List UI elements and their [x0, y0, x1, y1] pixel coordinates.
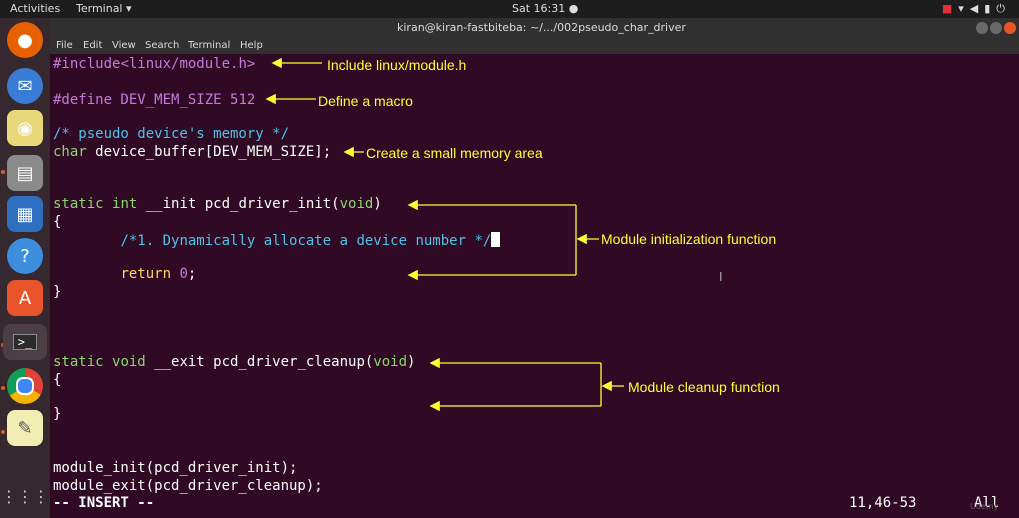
writer-icon[interactable]: ▦: [7, 196, 43, 232]
volume-icon: ◀: [969, 2, 985, 15]
software-center-icon[interactable]: A: [7, 280, 43, 316]
annotation-init: Module initialization function: [601, 231, 777, 247]
battery-icon: ▮: [984, 2, 997, 15]
thunderbird-icon[interactable]: ✉: [7, 68, 43, 104]
menu-file[interactable]: File: [56, 40, 73, 51]
terminal-icon[interactable]: >_: [3, 324, 47, 360]
wifi-icon: ▾: [958, 2, 970, 15]
annotation-buffer: Create a small memory area: [366, 145, 543, 161]
system-tray[interactable]: ■▾◀▮⏻: [942, 2, 1011, 16]
maximize-button[interactable]: [990, 22, 1002, 34]
firefox-icon[interactable]: ●: [7, 22, 43, 58]
running-indicator: [1, 430, 5, 434]
menu-edit[interactable]: Edit: [83, 40, 102, 51]
show-applications-icon[interactable]: ⋮⋮⋮: [1, 478, 49, 514]
annotation-define: Define a macro: [318, 93, 413, 109]
text-editor-icon[interactable]: ✎: [7, 410, 43, 446]
clock[interactable]: Sat 16:31 ●: [512, 2, 578, 15]
chrome-icon[interactable]: [7, 368, 43, 404]
power-icon: ⏻: [996, 2, 1011, 15]
window-titlebar[interactable]: kiran@kiran-fastbiteba: ~/.../002pseudo_…: [50, 18, 1019, 38]
help-icon[interactable]: ?: [7, 238, 43, 274]
minimize-button[interactable]: [976, 22, 988, 34]
annotation-arrows: [265, 57, 624, 412]
rhythmbox-icon[interactable]: ◉: [7, 110, 43, 146]
menu-search[interactable]: Search: [145, 40, 179, 51]
menu-view[interactable]: View: [112, 40, 136, 51]
menu-help[interactable]: Help: [240, 40, 263, 51]
window-title: kiran@kiran-fastbiteba: ~/.../002pseudo_…: [397, 21, 686, 34]
top-bar: Activities Terminal ▾ Sat 16:31 ● ■▾◀▮⏻: [0, 0, 1019, 18]
camera-icon[interactable]: ■: [942, 2, 958, 15]
menu-terminal[interactable]: Terminal: [188, 40, 230, 51]
annotation-cleanup: Module cleanup function: [628, 379, 780, 395]
close-button[interactable]: [1004, 22, 1016, 34]
files-icon[interactable]: ▤: [7, 155, 43, 191]
dock: ● ✉ ◉ ▤ ▦ ? A >_ ✎ ⋮⋮⋮: [0, 18, 50, 518]
running-indicator: [1, 386, 5, 390]
activities-button[interactable]: Activities: [10, 2, 60, 15]
app-menu[interactable]: Terminal ▾: [76, 2, 132, 15]
terminal-area[interactable]: #include<linux/module.h> #define DEV_MEM…: [50, 54, 1019, 518]
menu-bar: File Edit View Search Terminal Help: [50, 38, 1019, 54]
annotation-include: Include linux/module.h: [327, 57, 467, 73]
running-indicator: [1, 170, 5, 174]
